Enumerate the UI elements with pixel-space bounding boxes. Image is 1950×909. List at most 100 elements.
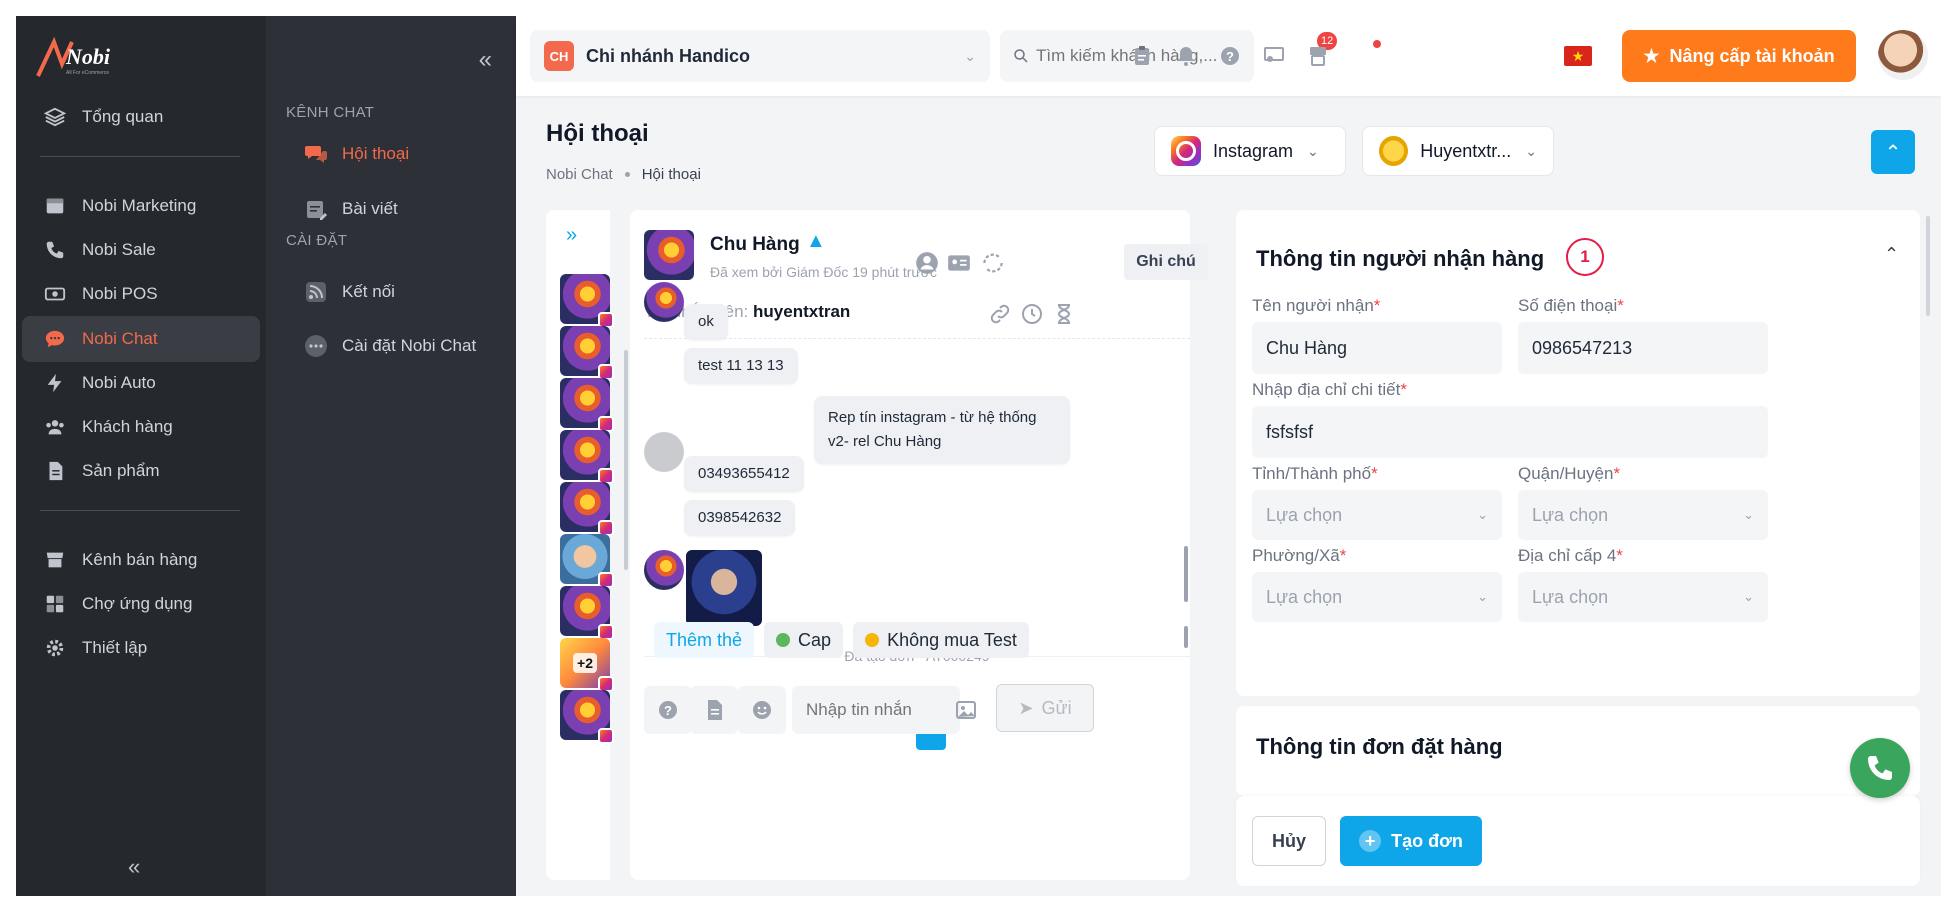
submenu-item-posts[interactable]: Bài viết bbox=[304, 191, 398, 227]
message-source-account: huyentxtran bbox=[753, 302, 851, 321]
step-badge: 1 bbox=[1566, 238, 1604, 276]
account-select[interactable]: Huyentxtr... ⌄ bbox=[1362, 126, 1554, 176]
conversation-avatar[interactable] bbox=[560, 430, 614, 484]
add-tag-button[interactable]: Thêm thẻ bbox=[654, 622, 755, 658]
chevron-up-icon[interactable]: ⌃ bbox=[1884, 244, 1899, 265]
tag-label: Không mua Test bbox=[887, 629, 1017, 650]
district-select[interactable]: Lựa chọn ⌄ bbox=[1518, 490, 1768, 540]
tag-no-buy-test[interactable]: Không mua Test bbox=[853, 622, 1029, 658]
clipboard-icon[interactable] bbox=[1128, 42, 1156, 70]
apps-icon bbox=[44, 593, 66, 615]
conversation-avatar[interactable] bbox=[560, 586, 614, 640]
section-settings: CÀI ĐẶT bbox=[286, 232, 348, 249]
contact-avatar[interactable] bbox=[644, 230, 694, 280]
label-text: Phường/Xã bbox=[1252, 546, 1340, 565]
user-avatar[interactable] bbox=[1878, 30, 1928, 80]
ward-label: Phường/Xã* bbox=[1252, 546, 1346, 566]
sidebar-item-app-market[interactable]: Chợ ứng dụng bbox=[22, 581, 260, 627]
cancel-button[interactable]: Hủy bbox=[1252, 816, 1326, 866]
sidebar-item-overview[interactable]: Tổng quan bbox=[22, 94, 260, 140]
conversation-avatar[interactable] bbox=[560, 534, 614, 588]
hourglass-icon[interactable] bbox=[1050, 300, 1078, 328]
submenu-collapse-button[interactable]: « bbox=[479, 46, 492, 74]
submenu-item-label: Cài đặt Nobi Chat bbox=[342, 336, 477, 355]
breadcrumb-link[interactable]: Nobi Chat bbox=[546, 166, 613, 183]
submenu-item-label: Kết nối bbox=[342, 282, 395, 301]
create-order-button[interactable]: + Tạo đơn bbox=[1340, 816, 1482, 866]
receiver-info-title: Thông tin người nhận hàng bbox=[1256, 246, 1545, 271]
sidebar-item-marketing[interactable]: Nobi Marketing bbox=[22, 183, 260, 229]
conversation-avatar[interactable] bbox=[560, 482, 614, 536]
sidebar-item-settings[interactable]: Thiết lập bbox=[22, 625, 260, 671]
sidebar-item-pos[interactable]: Nobi POS bbox=[22, 271, 260, 317]
clock-icon[interactable] bbox=[1018, 300, 1046, 328]
sidebar-item-products[interactable]: Sản phẩm bbox=[22, 448, 260, 494]
send-button[interactable]: ➤ Gửi bbox=[996, 684, 1094, 732]
tag-cap[interactable]: Cap bbox=[764, 622, 844, 658]
branch-selector[interactable]: CH Chi nhánh Handico ⌄ bbox=[530, 30, 990, 82]
collapse-up-button[interactable]: ⌃ bbox=[1871, 130, 1915, 174]
tags-scrollbar[interactable] bbox=[1184, 626, 1188, 648]
conversation-avatar[interactable] bbox=[560, 274, 614, 328]
link-icon[interactable] bbox=[986, 300, 1014, 328]
receiver-name-input[interactable] bbox=[1252, 322, 1502, 374]
conversation-avatar-group[interactable]: +2 bbox=[560, 638, 614, 692]
nobi-logo[interactable]: Nobi All For eCommerce bbox=[32, 34, 132, 84]
sidebar-item-auto[interactable]: Nobi Auto bbox=[22, 360, 260, 406]
conversation-avatar[interactable] bbox=[560, 378, 614, 432]
vietnam-flag-icon[interactable]: ★ bbox=[1564, 46, 1592, 66]
chat-panel: Chu Hàng ▲ Đã xem bởi Giám Đốc 19 phút t… bbox=[630, 210, 1208, 880]
conversation-list: » +2 bbox=[546, 210, 614, 880]
channel-select-value: Instagram bbox=[1213, 140, 1294, 161]
emoji-button[interactable] bbox=[738, 686, 786, 734]
conversation-avatar[interactable] bbox=[560, 326, 614, 380]
help-button[interactable]: ? bbox=[644, 686, 692, 734]
phone-call-button[interactable] bbox=[1850, 738, 1910, 798]
more-dots-icon bbox=[304, 334, 328, 358]
profile-icon[interactable] bbox=[912, 248, 942, 278]
channel-select[interactable]: Instagram ⌄ bbox=[1154, 126, 1346, 176]
pos-terminal-icon[interactable] bbox=[1304, 42, 1332, 70]
help-icon[interactable]: ? bbox=[1216, 42, 1244, 70]
conversation-avatar[interactable] bbox=[560, 690, 614, 744]
upgrade-account-button[interactable]: ★ Nâng cấp tài khoản bbox=[1622, 30, 1856, 82]
form-scrollbar[interactable] bbox=[1926, 216, 1930, 316]
presentation-icon[interactable] bbox=[1260, 42, 1288, 70]
id-card-icon[interactable] bbox=[944, 248, 974, 278]
instagram-icon bbox=[1171, 136, 1201, 166]
ward-select[interactable]: Lựa chọn ⌄ bbox=[1252, 572, 1502, 622]
level4-address-select[interactable]: Lựa chọn ⌄ bbox=[1518, 572, 1768, 622]
message-image[interactable] bbox=[686, 550, 762, 626]
sidebar-collapse-button[interactable]: « bbox=[128, 854, 140, 880]
phone-input[interactable] bbox=[1518, 322, 1768, 374]
sidebar-item-chat[interactable]: Nobi Chat bbox=[22, 316, 260, 362]
address-input[interactable] bbox=[1252, 406, 1768, 458]
phone-icon bbox=[1868, 756, 1892, 780]
logo-tagline: All For eCommerce bbox=[66, 70, 109, 76]
image-attach-button[interactable] bbox=[942, 686, 990, 734]
message-bubble: ok bbox=[684, 304, 728, 340]
sidebar-item-label: Kênh bán hàng bbox=[82, 550, 198, 569]
message-input[interactable] bbox=[792, 686, 960, 734]
note-button[interactable]: Ghi chú bbox=[1124, 244, 1208, 280]
chat-scrollbar[interactable] bbox=[1184, 546, 1188, 602]
conversation-scrollbar[interactable] bbox=[624, 350, 628, 570]
chevron-down-icon: ⌄ bbox=[1307, 142, 1319, 159]
submenu-item-connect[interactable]: Kết nối bbox=[304, 274, 395, 310]
submenu-item-label: Bài viết bbox=[342, 199, 398, 218]
message-avatar bbox=[644, 550, 684, 590]
sidebar-item-label: Nobi POS bbox=[82, 284, 158, 303]
bell-icon[interactable] bbox=[1172, 42, 1200, 70]
sidebar-item-sales-channels[interactable]: Kênh bán hàng bbox=[22, 537, 260, 583]
template-button[interactable] bbox=[690, 686, 738, 734]
select-placeholder: Lựa chọn bbox=[1532, 504, 1609, 525]
sync-icon[interactable] bbox=[978, 248, 1008, 278]
expand-list-button[interactable]: » bbox=[566, 224, 577, 247]
select-placeholder: Lựa chọn bbox=[1266, 586, 1343, 607]
sidebar-item-sale[interactable]: Nobi Sale bbox=[22, 227, 260, 273]
submenu-item-chat-settings[interactable]: Cài đặt Nobi Chat bbox=[304, 328, 476, 364]
submenu-item-conversations[interactable]: Hội thoại bbox=[304, 136, 409, 172]
province-select[interactable]: Lựa chọn ⌄ bbox=[1252, 490, 1502, 540]
sidebar-item-customers[interactable]: Khách hàng bbox=[22, 404, 260, 450]
layers-icon bbox=[44, 106, 66, 128]
